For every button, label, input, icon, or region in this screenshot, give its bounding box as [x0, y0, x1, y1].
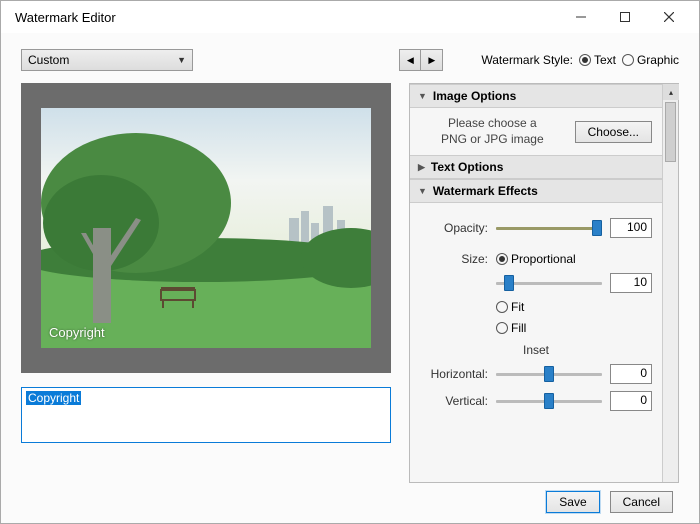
watermark-style: Watermark Style: Text Graphic	[481, 53, 679, 67]
opacity-slider[interactable]	[496, 219, 602, 237]
vertical-label: Vertical:	[420, 394, 488, 408]
watermark-editor-window: Watermark Editor Custom ▼ ◀ ▶ Watermark …	[0, 0, 700, 524]
save-button[interactable]: Save	[546, 491, 599, 513]
size-slider-row: 10	[450, 273, 652, 293]
size-label: Size:	[420, 252, 488, 266]
scroll-thumb[interactable]	[665, 102, 676, 162]
opacity-label: Opacity:	[420, 221, 488, 235]
size-radio-proportional[interactable]: Proportional	[496, 252, 576, 266]
maximize-button[interactable]	[603, 3, 647, 31]
vertical-slider[interactable]	[496, 392, 602, 410]
section-watermark-effects-body: Opacity: 100 Size: Proportiona	[410, 203, 662, 426]
radio-dot-icon	[622, 54, 634, 66]
section-image-options-header[interactable]: ▼ Image Options	[410, 84, 662, 108]
image-options-message: Please choose a PNG or JPG image	[420, 116, 565, 147]
nav-buttons: ◀ ▶	[399, 49, 443, 71]
preview-image: Copyright	[41, 108, 371, 348]
size-radio-fill-row: Fill	[496, 321, 652, 335]
section-text-options-header[interactable]: ▶ Text Options	[410, 155, 662, 179]
vertical-inset-row: Vertical: 0	[420, 391, 652, 411]
scroll-up-icon[interactable]: ▴	[663, 84, 679, 100]
opacity-row: Opacity: 100	[420, 218, 652, 238]
choose-image-button[interactable]: Choose...	[575, 121, 652, 143]
size-radio-fill[interactable]: Fill	[496, 321, 526, 335]
disclosure-right-icon: ▶	[418, 162, 425, 173]
size-row: Size: Proportional	[420, 252, 652, 266]
size-radio-fit-row: Fit	[496, 300, 652, 314]
size-slider[interactable]	[496, 274, 602, 292]
inset-label: Inset	[420, 343, 652, 357]
preset-select[interactable]: Custom ▼	[21, 49, 193, 71]
close-button[interactable]	[647, 3, 691, 31]
left-column: Copyright Copyright	[21, 83, 391, 483]
size-radio-fit[interactable]: Fit	[496, 300, 524, 314]
horizontal-slider[interactable]	[496, 365, 602, 383]
preset-value: Custom	[28, 53, 69, 67]
scrollbar[interactable]: ▴	[662, 84, 678, 482]
watermark-text-input[interactable]: Copyright	[21, 387, 391, 443]
top-row: Custom ▼ ◀ ▶ Watermark Style: Text Graph…	[21, 49, 679, 71]
window-title: Watermark Editor	[9, 10, 559, 25]
section-watermark-effects-header[interactable]: ▼ Watermark Effects	[410, 179, 662, 203]
footer-buttons: Save Cancel	[21, 483, 679, 513]
style-label: Watermark Style:	[481, 53, 573, 67]
size-value[interactable]: 10	[610, 273, 652, 293]
watermark-overlay: Copyright	[49, 325, 105, 340]
chevron-down-icon: ▼	[177, 55, 186, 65]
watermark-text-selected: Copyright	[26, 391, 81, 405]
titlebar: Watermark Editor	[1, 1, 699, 33]
horizontal-value[interactable]: 0	[610, 364, 652, 384]
cancel-button[interactable]: Cancel	[610, 491, 673, 513]
options-panel: ▼ Image Options Please choose a PNG or J…	[409, 83, 679, 483]
opacity-value[interactable]: 100	[610, 218, 652, 238]
content-area: Custom ▼ ◀ ▶ Watermark Style: Text Graph…	[1, 33, 699, 523]
next-button[interactable]: ▶	[421, 49, 443, 71]
horizontal-inset-row: Horizontal: 0	[420, 364, 652, 384]
minimize-button[interactable]	[559, 3, 603, 31]
section-image-options-body: Please choose a PNG or JPG image Choose.…	[410, 108, 662, 155]
vertical-value[interactable]: 0	[610, 391, 652, 411]
radio-dot-icon	[496, 322, 508, 334]
style-radio-graphic[interactable]: Graphic	[622, 53, 679, 67]
preview-canvas: Copyright	[21, 83, 391, 373]
prev-button[interactable]: ◀	[399, 49, 421, 71]
radio-dot-icon	[496, 253, 508, 265]
radio-dot-icon	[496, 301, 508, 313]
right-column: ▼ Image Options Please choose a PNG or J…	[409, 83, 679, 483]
disclosure-down-icon: ▼	[418, 186, 427, 196]
style-radio-text[interactable]: Text	[579, 53, 616, 67]
main-row: Copyright Copyright ▼ Image Options	[21, 83, 679, 483]
radio-dot-icon	[579, 54, 591, 66]
horizontal-label: Horizontal:	[420, 367, 488, 381]
disclosure-down-icon: ▼	[418, 91, 427, 101]
